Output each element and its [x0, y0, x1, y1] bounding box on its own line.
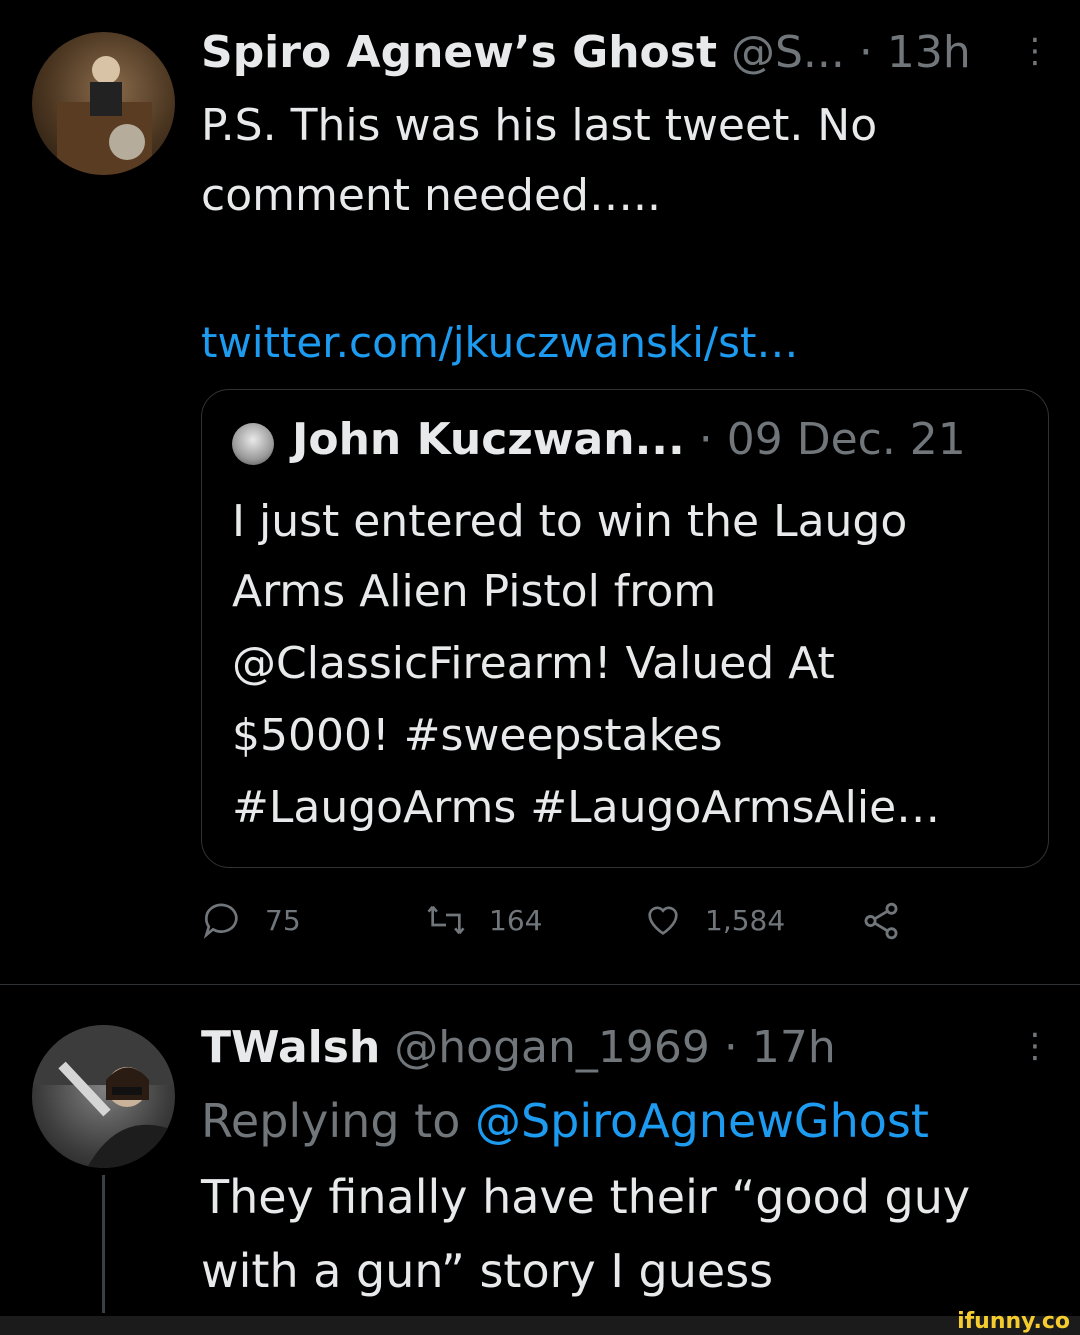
bottom-bar [0, 1316, 1080, 1335]
display-name[interactable]: TWalsh [201, 1022, 380, 1073]
timestamp[interactable]: 13h [887, 27, 971, 78]
quoted-text-line: #LaugoArms #LaugoArmsAlie… [232, 782, 941, 833]
more-icon[interactable]: ⋮ [1018, 1026, 1052, 1066]
avatar[interactable] [32, 1025, 175, 1168]
share-button[interactable] [860, 900, 902, 942]
retweet-icon [427, 905, 465, 935]
tweet-actions: 75 164 1,584 [0, 900, 1080, 950]
quoted-text-line: I just entered to win the Laugo [232, 496, 908, 547]
separator: · [858, 27, 873, 78]
share-icon [864, 902, 898, 940]
reply-count: 75 [265, 903, 301, 937]
tweet-text-line: comment needed….. [201, 170, 661, 221]
quoted-display-name: John Kuczwan... [292, 414, 685, 465]
separator: · [698, 414, 713, 465]
retweet-count: 164 [489, 903, 543, 937]
replying-prefix: Replying to [201, 1094, 461, 1148]
replying-handle[interactable]: @SpiroAgnewGhost [475, 1094, 929, 1148]
like-count: 1,584 [705, 903, 786, 937]
reply-button[interactable]: 75 [203, 900, 301, 940]
avatar[interactable] [32, 32, 175, 175]
thread-line [102, 1175, 105, 1313]
like-icon [648, 906, 678, 935]
divider [0, 984, 1080, 985]
quoted-text-line: @ClassicFirearm! Valued At [232, 638, 835, 689]
replying-to: Replying to @SpiroAgnewGhost [201, 1094, 929, 1148]
quoted-avatar [232, 423, 274, 465]
tweet-header: TWalsh @hogan_1969 · 17h [201, 1022, 836, 1073]
separator: · [723, 1022, 738, 1073]
tweet-text-line: P.S. This was his last tweet. No [201, 100, 878, 151]
like-button[interactable]: 1,584 [643, 900, 785, 940]
quoted-header: John Kuczwan... · 09 Dec. 21 [292, 414, 966, 465]
display-name[interactable]: Spiro Agnew’s Ghost [201, 27, 717, 78]
reply-icon [203, 903, 238, 939]
quoted-text-line: Arms Alien Pistol from [232, 566, 717, 617]
watermark: ifunny.co [957, 1309, 1070, 1334]
tweet-text-line: They finally have their “good guy [201, 1170, 971, 1224]
quoted-text-line: $5000! #sweepstakes [232, 710, 723, 761]
handle[interactable]: @hogan_1969 [394, 1022, 710, 1073]
handle[interactable]: @S... [731, 27, 845, 78]
tweet-link[interactable]: twitter.com/jkuczwanski/st… [201, 318, 798, 367]
more-icon[interactable]: ⋮ [1018, 31, 1052, 71]
timestamp[interactable]: 17h [752, 1022, 836, 1073]
retweet-button[interactable]: 164 [425, 900, 542, 940]
tweet-header: Spiro Agnew’s Ghost @S... · 13h [201, 27, 971, 78]
tweet-text-line: with a gun” story I guess [201, 1244, 774, 1298]
quoted-date: 09 Dec. 21 [726, 414, 966, 465]
